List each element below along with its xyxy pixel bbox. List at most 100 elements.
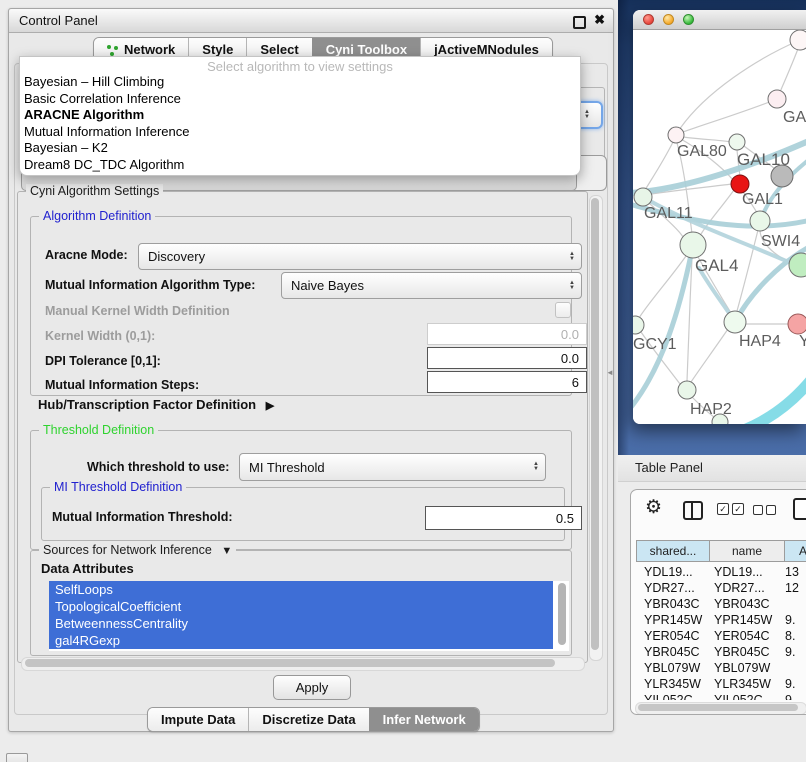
column-header[interactable]: name xyxy=(710,540,785,562)
aracne-mode-select[interactable]: Discovery ▲▼ xyxy=(138,243,582,270)
table-panel-titlebar: Table Panel xyxy=(618,455,806,482)
table-cell xyxy=(785,596,806,612)
mi-steps-input[interactable]: 6 xyxy=(427,371,587,393)
kernel-width-input[interactable]: 0.0 xyxy=(427,323,587,345)
table-row[interactable]: YIL052CYIL052C9. xyxy=(636,692,806,700)
table-cell xyxy=(785,660,806,676)
attribute-item[interactable]: TopologicalCoefficient xyxy=(49,598,553,615)
table-cell: YDL19... xyxy=(636,564,710,580)
data-attributes-list[interactable]: SelfLoopsTopologicalCoefficientBetweenne… xyxy=(49,581,569,651)
table-cell: 12 xyxy=(785,580,806,596)
hub-definition-label: Hub/Transcription Factor Definition xyxy=(38,397,256,412)
node-label: GAL80 xyxy=(677,143,727,160)
collapse-down-icon[interactable]: ▼ xyxy=(221,545,232,557)
network-node[interactable] xyxy=(680,232,706,258)
table-horizontal-scrollbar[interactable] xyxy=(635,702,806,715)
sources-title-text: Sources for Network Inference xyxy=(43,543,212,557)
aracne-mode-value: Discovery xyxy=(148,249,205,264)
algorithm-option[interactable]: ARACNE Algorithm xyxy=(24,107,580,124)
mi-type-value: Naive Bayes xyxy=(291,278,364,293)
hide-columns-icon[interactable] xyxy=(753,505,776,515)
gear-icon[interactable]: ⚙ xyxy=(645,496,662,519)
table-cell: YDL19... xyxy=(710,564,785,580)
network-node[interactable] xyxy=(724,311,746,333)
network-node[interactable] xyxy=(678,381,696,399)
table-row[interactable]: YLR345WYLR345W9. xyxy=(636,676,806,692)
apply-button[interactable]: Apply xyxy=(273,675,351,700)
which-threshold-select[interactable]: MI Threshold ▲▼ xyxy=(239,453,546,481)
kernel-width-label: Kernel Width (0,1): xyxy=(45,329,155,343)
attribute-item[interactable]: gal4RGexp xyxy=(49,632,553,649)
algorithm-option[interactable]: Bayesian – Hill Climbing xyxy=(24,74,580,91)
settings-vertical-scrollbar[interactable] xyxy=(589,195,603,661)
list-scrollbar-thumb[interactable] xyxy=(558,583,566,645)
table-row[interactable]: YER054CYER054C8. xyxy=(636,628,806,644)
algorithm-option[interactable]: Basic Correlation Inference xyxy=(24,91,580,108)
node-label: GAL4 xyxy=(695,256,738,275)
column-header[interactable]: shared... xyxy=(636,540,710,562)
node-label: GCY1 xyxy=(633,336,677,353)
table-row[interactable]: YPR145WYPR145W9. xyxy=(636,612,806,628)
table-cell: YBL079W xyxy=(710,660,785,676)
float-window-icon[interactable] xyxy=(573,16,586,29)
control-panel-titlebar: Control Panel ✖ xyxy=(9,9,613,33)
mi-type-select[interactable]: Naive Bayes ▲▼ xyxy=(281,272,582,299)
algorithm-option[interactable]: Dream8 DC_TDC Algorithm xyxy=(24,157,580,174)
network-node[interactable] xyxy=(729,134,745,150)
zoom-traffic-light-icon[interactable] xyxy=(683,14,694,25)
scrollbar-thumb[interactable] xyxy=(638,704,798,711)
table-row[interactable]: YDL19...YDL19...13 xyxy=(636,564,806,580)
scrollbar-thumb[interactable] xyxy=(591,198,599,650)
network-icon xyxy=(107,44,119,56)
algorithm-option[interactable]: Bayesian – K2 xyxy=(24,140,580,157)
settings-horizontal-scrollbar[interactable] xyxy=(21,657,585,671)
node-label: GAL11 xyxy=(644,205,693,222)
table-row[interactable]: YBL079WYBL079W xyxy=(636,660,806,676)
network-node[interactable] xyxy=(668,127,684,143)
mi-threshold-input[interactable]: 0.5 xyxy=(425,506,582,530)
manual-kernel-checkbox[interactable] xyxy=(555,302,571,318)
tab-impute-data[interactable]: Impute Data xyxy=(148,708,248,731)
table-body: YDL19...YDL19...13YDR27...YDR27...12YBR0… xyxy=(636,564,806,700)
column-header[interactable]: A xyxy=(785,540,806,562)
table-row[interactable]: YDR27...YDR27...12 xyxy=(636,580,806,596)
algorithm-option[interactable]: Mutual Information Inference xyxy=(24,124,580,141)
close-traffic-light-icon[interactable] xyxy=(643,14,654,25)
network-canvas[interactable]: GAL7GAL80GAL10GAL1GAL11SWI4GAL4GCY1HAP4Y… xyxy=(633,30,806,424)
table-cell: 9. xyxy=(785,692,806,700)
split-panel-icon[interactable] xyxy=(683,501,703,520)
table-cell: YPR145W xyxy=(636,612,710,628)
network-node[interactable] xyxy=(788,314,806,334)
cyni-settings-title: Cyni Algorithm Settings xyxy=(26,184,163,198)
dpi-tolerance-input[interactable]: 0.0 xyxy=(427,347,587,369)
attribute-item[interactable]: BetweennessCentrality xyxy=(49,615,553,632)
table-row[interactable]: YBR045CYBR045C9. xyxy=(636,644,806,660)
table-cell: YBR045C xyxy=(710,644,785,660)
network-node[interactable] xyxy=(633,316,644,334)
close-icon[interactable]: ✖ xyxy=(594,12,605,28)
expand-right-icon: ▶ xyxy=(266,400,274,412)
show-columns-icon[interactable]: ✓✓ xyxy=(717,503,744,515)
table-header-row: shared...nameA xyxy=(636,540,806,562)
table-cell: YBR043C xyxy=(636,596,710,612)
network-edge xyxy=(683,99,777,132)
control-panel-window: Control Panel ✖ NetworkStyleSelectCyni T… xyxy=(8,8,614,732)
scrollbar-thumb[interactable] xyxy=(25,659,555,667)
hub-definition-toggle[interactable]: Hub/Transcription Factor Definition ▶ xyxy=(38,397,274,412)
network-node[interactable] xyxy=(634,188,652,206)
table-cell: YBR043C xyxy=(710,596,785,612)
network-node[interactable] xyxy=(750,211,770,231)
sources-title: Sources for Network Inference ▼ xyxy=(39,543,236,557)
network-node[interactable] xyxy=(790,30,806,50)
new-table-icon[interactable] xyxy=(793,498,806,520)
tab-infer-network[interactable]: Infer Network xyxy=(369,708,479,731)
panel-collapse-icon[interactable]: ◄ xyxy=(606,368,614,377)
mi-steps-label: Mutual Information Steps: xyxy=(45,378,199,392)
mi-threshold-label: Mutual Information Threshold: xyxy=(52,510,233,524)
collapsed-panel-button[interactable] xyxy=(6,753,28,762)
attribute-item[interactable]: SelfLoops xyxy=(49,581,553,598)
tab-discretize-data[interactable]: Discretize Data xyxy=(248,708,368,731)
minimize-traffic-light-icon[interactable] xyxy=(663,14,674,25)
table-row[interactable]: YBR043CYBR043C xyxy=(636,596,806,612)
network-node[interactable] xyxy=(768,90,786,108)
